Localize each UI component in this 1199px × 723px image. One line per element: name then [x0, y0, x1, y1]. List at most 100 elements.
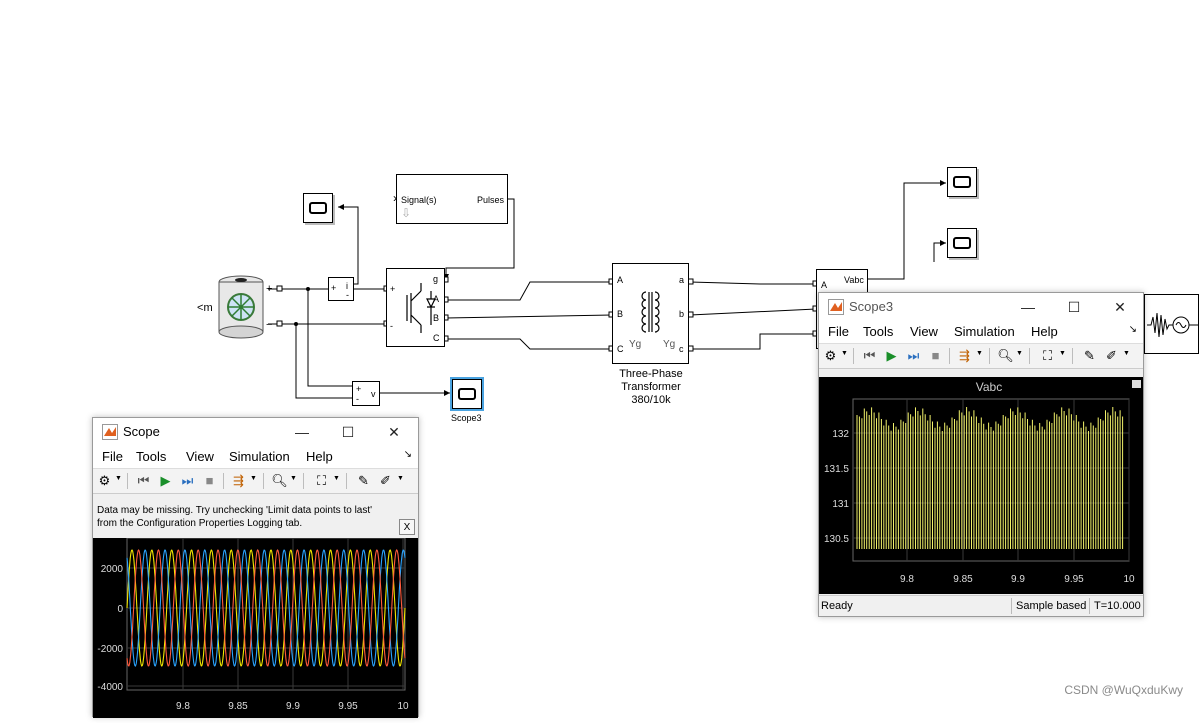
maximize-button[interactable]: ☐ — [1051, 293, 1097, 321]
close-button[interactable]: ✕ — [371, 418, 417, 446]
x-tick-label: 9.8 — [900, 574, 914, 585]
menu-view[interactable]: View — [910, 324, 938, 339]
dropdown-icon[interactable]: ▼ — [841, 350, 848, 357]
fit-icon[interactable]: ⛶ — [313, 472, 330, 489]
menu-bar: File Tools View Simulation Help ↘ — [93, 446, 418, 468]
y-tick-label: 130.5 — [824, 534, 849, 545]
rewind-icon[interactable]: ⏮ — [135, 472, 152, 489]
source-wave-icon — [1147, 312, 1198, 338]
expand-icon[interactable]: ↘ — [1129, 324, 1137, 335]
menu-help[interactable]: Help — [306, 449, 333, 464]
maximize-button[interactable]: ☐ — [325, 418, 371, 446]
signal-pulse-block[interactable]: Signal(s) Pulses › ⇩ — [393, 174, 508, 224]
signal-select-icon[interactable]: ⇶ — [230, 472, 247, 489]
voltage-measurement-block[interactable]: + - v — [352, 381, 380, 406]
close-message-button[interactable]: X — [399, 519, 415, 535]
step-icon[interactable]: ⏭ — [905, 347, 922, 364]
dropdown-icon[interactable]: ▼ — [976, 350, 983, 357]
menu-file[interactable]: File — [828, 324, 849, 339]
current-measurement-block[interactable]: + i - — [328, 277, 354, 301]
x-tick-label: 9.85 — [953, 574, 973, 585]
scope-window[interactable]: Scope — ☐ ✕ File Tools View Simulation H… — [92, 417, 419, 718]
scope-block-right-1[interactable] — [947, 167, 977, 197]
zoom-icon[interactable]: 🔍︎ — [271, 472, 288, 489]
signal-select-icon[interactable]: ⇶ — [956, 347, 973, 364]
plot-area[interactable]: Vabc 132 131.5 131 130.5 9.8 9.85 9.9 9.95 10 — [819, 377, 1143, 594]
minimize-button[interactable]: — — [279, 418, 325, 446]
close-button[interactable]: ✕ — [1097, 293, 1143, 321]
y-tick-label: -2000 — [97, 644, 123, 655]
scope-plot-svg: 20000-2000-40009.8 9.85 9.9 9.95 10 — [97, 537, 409, 712]
wire — [868, 182, 946, 280]
toolbar-separator — [127, 473, 128, 489]
dropdown-icon[interactable]: ▼ — [333, 475, 340, 482]
pulses-output-label: Pulses — [477, 195, 505, 205]
scope-screen-icon — [953, 237, 971, 249]
scope-titlebar[interactable]: Scope — ☐ ✕ — [93, 418, 418, 446]
edit-icon[interactable]: ✐ — [377, 472, 394, 489]
load-block[interactable] — [1144, 294, 1199, 354]
menu-simulation[interactable]: Simulation — [229, 449, 290, 464]
matlab-icon — [828, 299, 844, 315]
scope-screen-icon — [953, 176, 971, 188]
dropdown-icon[interactable]: ▼ — [1016, 350, 1023, 357]
wire — [690, 333, 816, 350]
scope3-titlebar[interactable]: Scope3 — ☐ ✕ — [819, 293, 1143, 321]
menu-file[interactable]: File — [102, 449, 123, 464]
watermark: CSDN @WuQxduKwy — [1064, 683, 1183, 697]
dropdown-icon[interactable]: ▼ — [115, 475, 122, 482]
igbt-bridge-block[interactable]: + - g A B C — [386, 268, 445, 347]
edit-icon[interactable]: ✐ — [1103, 347, 1120, 364]
dropdown-icon[interactable]: ▼ — [1123, 350, 1130, 357]
dropdown-icon[interactable]: ▼ — [290, 475, 297, 482]
expand-icon[interactable]: ↘ — [404, 449, 412, 460]
plot-area[interactable]: 2000 0 -2000 -4000 9.8 9.85 9.9 9.95 10 — [93, 537, 418, 718]
menu-tools[interactable]: Tools — [136, 449, 166, 464]
menu-simulation[interactable]: Simulation — [954, 324, 1015, 339]
scope3-block-label: Scope3 — [451, 413, 482, 423]
scope-block-current[interactable] — [303, 193, 333, 223]
stop-icon[interactable]: ■ — [201, 472, 218, 489]
dropdown-icon[interactable]: ▼ — [250, 475, 257, 482]
style-icon[interactable]: ✎ — [355, 472, 372, 489]
status-bar: Ready Sample based T=10.000 — [819, 595, 1143, 616]
gear-icon[interactable]: ⚙ — [822, 347, 839, 364]
zoom-icon[interactable]: 🔍︎ — [997, 347, 1014, 364]
minimize-button[interactable]: — — [1005, 293, 1051, 321]
battery-icon — [218, 275, 264, 339]
dropdown-icon[interactable]: ▼ — [1059, 350, 1066, 357]
menu-view[interactable]: View — [186, 449, 214, 464]
dropdown-icon[interactable]: ▼ — [397, 475, 404, 482]
scope3-window[interactable]: Scope3 — ☐ ✕ File Tools View Simulation … — [818, 292, 1144, 617]
menu-help[interactable]: Help — [1031, 324, 1058, 339]
run-icon[interactable]: ▶ — [883, 347, 900, 364]
gear-icon[interactable]: ⚙ — [96, 472, 113, 489]
run-icon[interactable]: ▶ — [157, 472, 174, 489]
x-tick-label: 9.95 — [1064, 574, 1084, 585]
stop-icon[interactable]: ■ — [927, 347, 944, 364]
menu-tools[interactable]: Tools — [863, 324, 893, 339]
wire — [689, 281, 816, 285]
y-tick-label: -4000 — [97, 682, 123, 693]
info-message-text: Data may be missing. Try unchecking 'Lim… — [97, 505, 373, 529]
menu-bar: File Tools View Simulation Help ↘ — [819, 321, 1143, 343]
status-time: T=10.000 — [1089, 598, 1141, 614]
battery-m-port-label: <m — [197, 302, 213, 314]
style-icon[interactable]: ✎ — [1081, 347, 1098, 364]
scope3-block[interactable] — [450, 377, 484, 411]
toolbar: ⚙ ▼ ⏮ ▶ ⏭ ■ ⇶ ▼ 🔍︎ ▼ ⛶ ▼ ✎ ✐ ▼ — [93, 468, 418, 494]
step-icon[interactable]: ⏭ — [179, 472, 196, 489]
fit-icon[interactable]: ⛶ — [1039, 347, 1056, 364]
battery-block[interactable] — [216, 274, 266, 340]
down-arrow-icon: ⇩ — [401, 206, 412, 220]
undock-icon[interactable] — [1132, 380, 1141, 388]
y-tick-label: 2000 — [101, 564, 124, 575]
transformer-block[interactable]: A B C a b c Yg Yg — [612, 263, 689, 364]
scope-block-right-2[interactable] — [947, 228, 977, 258]
y-tick-label: 131.5 — [824, 464, 849, 475]
x-tick-label: 10 — [1123, 574, 1135, 585]
rewind-icon[interactable]: ⏮ — [861, 347, 878, 364]
wire — [268, 323, 352, 399]
status-sample-mode: Sample based — [1011, 598, 1086, 614]
wire — [446, 281, 612, 301]
